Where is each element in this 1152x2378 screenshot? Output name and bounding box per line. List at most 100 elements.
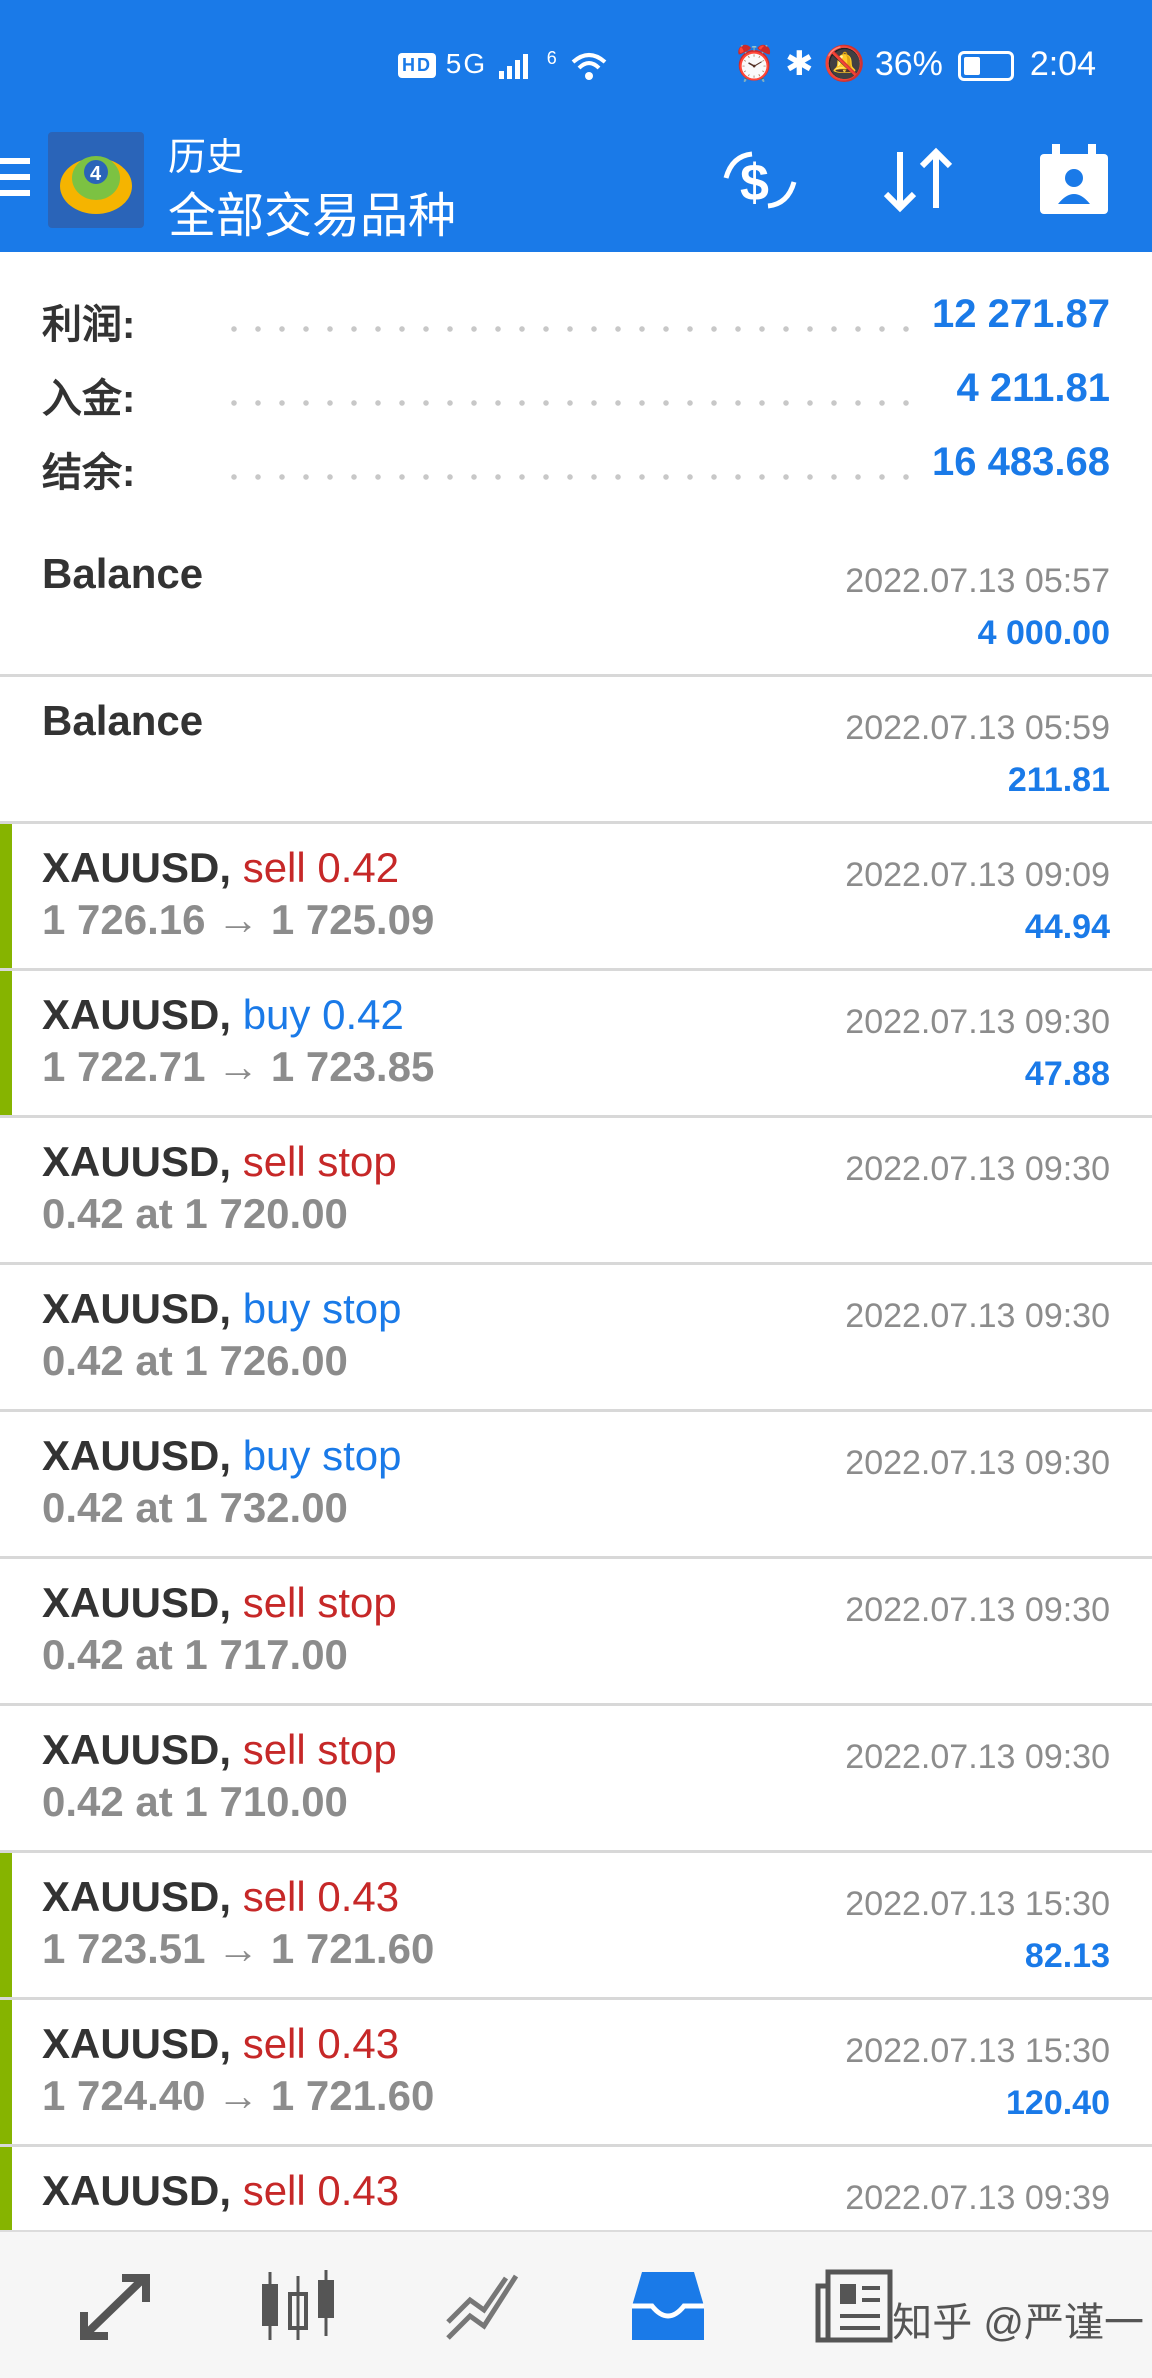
battery-percent: 36%: [874, 45, 943, 83]
row-action: buy stop: [242, 1285, 402, 1332]
history-row[interactable]: XAUUSD, buy 0.42 1 722.71 → 1 723.85 202…: [0, 971, 1152, 1118]
row-title: XAUUSD, sell 0.43: [42, 2167, 399, 2215]
quotes-icon: [80, 2274, 150, 2340]
row-symbol: XAUUSD,: [42, 844, 232, 891]
row-title: XAUUSD, buy stop: [42, 1285, 401, 1333]
row-action: buy stop: [242, 1432, 402, 1479]
row-profit: 82.13: [1024, 1937, 1110, 1975]
row-time: 2022.07.13 09:09: [845, 856, 1110, 894]
closed-indicator: [0, 824, 12, 968]
app-header: HD 5G 6 ⏰ ✱ 🔕 36% 2:04 4 历史 全部交易品种 $: [0, 0, 1152, 252]
nav-trade[interactable]: [440, 2266, 524, 2346]
row-symbol: Balance: [42, 697, 204, 744]
nav-history[interactable]: [626, 2266, 710, 2346]
row-detail: 0.42 at 1 720.00: [42, 1190, 348, 1237]
row-title: Balance: [42, 550, 203, 598]
row-profit: 44.94: [1024, 908, 1110, 946]
history-row[interactable]: XAUUSD, sell stop 0.42 at 1 717.00 2022.…: [0, 1559, 1152, 1706]
summary-value: 16 483.68: [932, 440, 1110, 484]
row-time: 2022.07.13 05:57: [845, 562, 1110, 600]
row-time: 2022.07.13 09:30: [845, 1738, 1110, 1776]
nav-news[interactable]: [812, 2266, 896, 2346]
status-bar: HD 5G 6 ⏰ ✱ 🔕 36% 2:04: [0, 0, 1152, 130]
hd-icon: HD: [398, 53, 436, 79]
row-profit: 211.81: [1007, 761, 1110, 799]
row-time: 2022.07.13 09:39: [845, 2179, 1110, 2217]
history-row[interactable]: XAUUSD, buy stop 0.42 at 1 732.00 2022.0…: [0, 1412, 1152, 1559]
closed-indicator: [0, 971, 12, 1115]
bottom-nav: 知乎 @严谨一: [0, 2230, 1152, 2378]
history-row[interactable]: XAUUSD, sell stop 0.42 at 1 720.00 2022.…: [0, 1118, 1152, 1265]
summary-deposit: 入金: 4 211.81: [42, 366, 1110, 426]
history-row[interactable]: XAUUSD, sell 0.43 1 723.51 → 1 721.60 20…: [0, 1853, 1152, 2000]
status-right: ⏰ ✱ 🔕 36% 2:04: [733, 44, 1096, 84]
row-profit: 120.40: [1006, 2084, 1110, 2122]
summary-panel: 利润: 12 271.87 入金: 4 211.81 结余: 16 483.68: [0, 252, 1152, 533]
history-row[interactable]: Balance 2022.07.13 05:59 211.81: [0, 677, 1152, 824]
alarm-icon: ⏰: [733, 45, 776, 83]
menu-icon[interactable]: [0, 158, 30, 200]
history-row[interactable]: XAUUSD, sell stop 0.42 at 1 710.00 2022.…: [0, 1706, 1152, 1853]
clock: 2:04: [1029, 45, 1096, 83]
trade-icon: [446, 2274, 519, 2340]
row-profit: 47.88: [1024, 1055, 1110, 1093]
currency-exchange-icon[interactable]: $: [718, 138, 802, 222]
row-time: 2022.07.13 15:30: [845, 1885, 1110, 1923]
history-row[interactable]: XAUUSD, sell 0.42 1 726.16 → 1 725.09 20…: [0, 824, 1152, 971]
history-row[interactable]: XAUUSD, sell 0.43 1 724.40 → 1 721.60 20…: [0, 2000, 1152, 2147]
leader-dots: [222, 326, 922, 332]
row-title: XAUUSD, sell stop: [42, 1138, 397, 1186]
symbol-filter[interactable]: 全部交易品种: [168, 176, 456, 246]
row-detail: 1 726.16 → 1 725.09: [42, 896, 435, 943]
row-time: 2022.07.13 09:30: [845, 1444, 1110, 1482]
nav-chart[interactable]: [256, 2266, 340, 2346]
calendar-icon[interactable]: [1032, 138, 1116, 222]
row-action: buy 0.42: [242, 991, 404, 1038]
row-detail: 0.42 at 1 726.00: [42, 1337, 348, 1384]
row-action: sell 0.43: [242, 2167, 400, 2214]
row-profit: 4 000.00: [977, 614, 1110, 652]
history-row[interactable]: XAUUSD, buy stop 0.42 at 1 726.00 2022.0…: [0, 1265, 1152, 1412]
wifi-icon: [571, 52, 606, 80]
svg-text:$: $: [740, 154, 769, 212]
row-title: XAUUSD, sell stop: [42, 1726, 397, 1774]
row-symbol: XAUUSD,: [42, 1579, 232, 1626]
row-action: sell 0.42: [242, 844, 400, 891]
history-row[interactable]: Balance 2022.07.13 05:57 4 000.00: [0, 530, 1152, 677]
row-title: XAUUSD, buy stop: [42, 1432, 401, 1480]
row-action: sell stop: [242, 1726, 397, 1773]
row-title: Balance: [42, 697, 203, 745]
row-title: XAUUSD, sell 0.43: [42, 1873, 399, 1921]
news-icon: [815, 2269, 893, 2343]
row-title: XAUUSD, sell stop: [42, 1579, 397, 1627]
bluetooth-icon: ✱: [785, 45, 814, 83]
row-detail: 1 724.40 → 1 721.60: [42, 2072, 435, 2119]
row-action: sell 0.43: [242, 1873, 400, 1920]
watermark: 知乎 @严谨一: [892, 2301, 1144, 2345]
row-title: XAUUSD, sell 0.43: [42, 2020, 399, 2068]
row-symbol: XAUUSD,: [42, 2167, 232, 2214]
summary-value: 4 211.81: [956, 366, 1111, 410]
network-status: HD 5G 6: [398, 48, 609, 82]
summary-label: 结余:: [42, 451, 136, 495]
row-title: XAUUSD, sell 0.42: [42, 844, 399, 892]
row-time: 2022.07.13 05:59: [845, 709, 1110, 747]
app-logo: 4: [48, 132, 144, 228]
row-symbol: XAUUSD,: [42, 1432, 232, 1479]
row-time: 2022.07.13 09:30: [845, 1150, 1110, 1188]
row-title: XAUUSD, buy 0.42: [42, 991, 404, 1039]
row-symbol: XAUUSD,: [42, 1285, 232, 1332]
row-symbol: XAUUSD,: [42, 2020, 232, 2067]
row-symbol: XAUUSD,: [42, 1138, 232, 1185]
row-action: sell 0.43: [242, 2020, 400, 2067]
sort-icon[interactable]: [876, 138, 960, 222]
row-time: 2022.07.13 09:30: [845, 1297, 1110, 1335]
nav-quotes[interactable]: [74, 2266, 158, 2346]
signal-icon: [498, 53, 528, 79]
row-time: 2022.07.13 09:30: [845, 1003, 1110, 1041]
summary-label: 利润:: [42, 303, 136, 347]
row-detail: 1 722.71 → 1 723.85: [42, 1043, 435, 1090]
summary-value: 12 271.87: [932, 292, 1110, 336]
battery-icon: [958, 51, 1015, 82]
closed-indicator: [0, 1853, 12, 1997]
